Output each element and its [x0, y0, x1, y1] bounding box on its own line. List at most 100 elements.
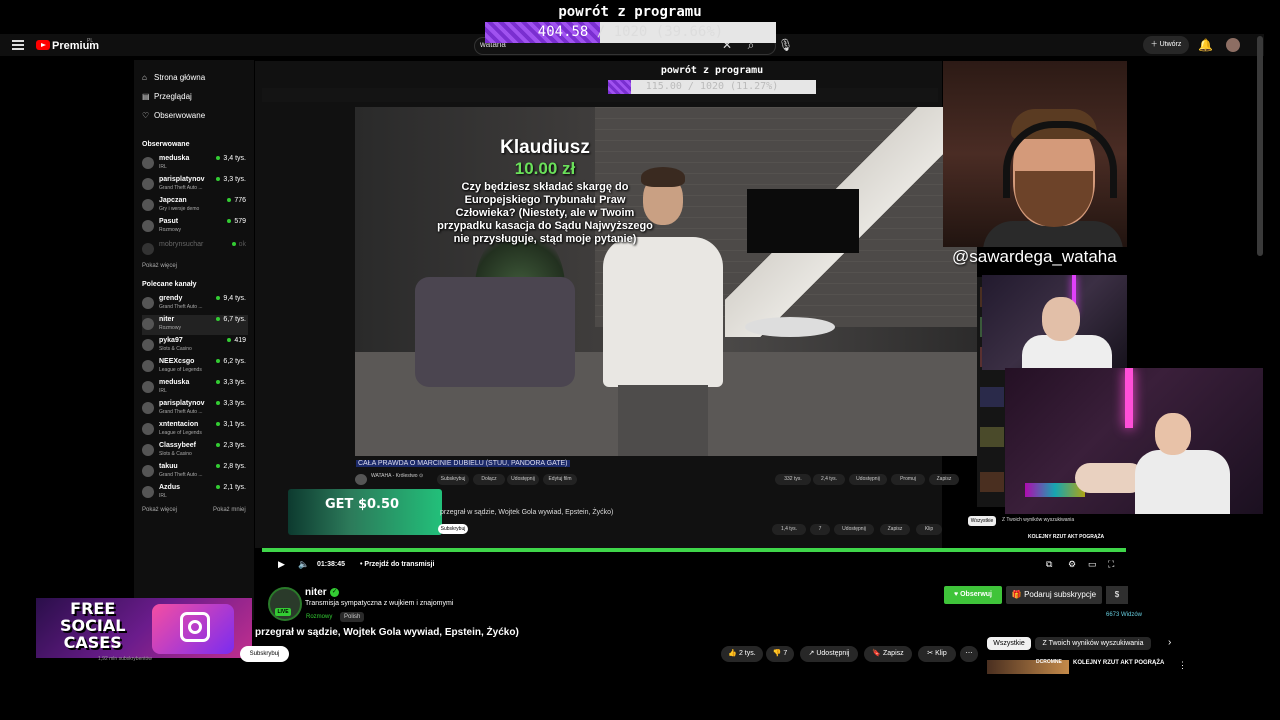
inner-edit[interactable]: Edytuj film [543, 474, 577, 485]
inner-likes[interactable]: 332 tys. [775, 474, 811, 485]
inner-share-btn[interactable]: Udostępnij [849, 474, 887, 485]
sidebar-channel[interactable]: pyka97 Slots & Casino 419 [142, 336, 248, 356]
channel-name: meduska [159, 155, 190, 162]
viewer-count: 6,2 tys. [216, 358, 246, 365]
social-cases-ad[interactable]: FREE SOCIAL CASES [36, 598, 252, 658]
sidebar-item-0[interactable]: ⌂ Strona główna [142, 73, 205, 82]
ad-text: FREE SOCIAL CASES [60, 599, 126, 652]
chevron-right-icon[interactable]: › [1168, 637, 1171, 648]
channel-name[interactable]: niter [305, 587, 327, 598]
table [745, 317, 835, 337]
sidebar-channel[interactable]: xntentacion League of Legends 3,1 tys. [142, 420, 248, 440]
sidebar-channel[interactable]: grendy Grand Theft Auto ... 9,4 tys. [142, 294, 248, 314]
inner-chip-search[interactable]: Z Twoich wyników wyszukiwania [1002, 517, 1074, 523]
inner-row-save[interactable]: Zapisz [880, 524, 910, 535]
youtube-logo[interactable] [36, 40, 50, 50]
bell-icon[interactable]: 🔔 [1198, 38, 1213, 52]
mic-icon[interactable]: 🎙 [778, 38, 793, 52]
sidebar-channel[interactable]: NEEXcsgo League of Legends 6,2 tys. [142, 357, 248, 377]
save-button[interactable]: 🔖 Zapisz [864, 646, 912, 662]
subscribe-button[interactable]: Subskrybuj [240, 646, 289, 662]
follow-button[interactable]: ♥ Obserwuj [944, 586, 1002, 604]
show-more-link-2[interactable]: Pokaż więcej [142, 507, 177, 513]
inner-row-share[interactable]: Udostępnij [834, 524, 874, 535]
player-progress-bar[interactable] [262, 548, 1126, 552]
goal-current: 404.58 [537, 24, 589, 40]
more-options-icon[interactable]: ⋯ [960, 646, 978, 662]
play-icon[interactable]: ▶ [278, 559, 285, 570]
viewer-count: 6673 Widzów [1106, 612, 1143, 618]
channel-category: Rozmowy [159, 227, 181, 233]
category-tag[interactable]: Rozmowy [302, 612, 336, 622]
sidebar-channel[interactable]: parisplatynov Grand Theft Auto ... 3,3 tys… [142, 175, 248, 195]
language-tag[interactable]: Polish [340, 612, 365, 622]
chip-all[interactable]: Wszystkie [987, 637, 1031, 650]
thumb[interactable] [980, 472, 1004, 492]
sidebar-channel[interactable]: parisplatynov Grand Theft Auto ... 3,3 tys… [142, 399, 248, 419]
dislike-count: 7 [783, 650, 788, 657]
clip-button[interactable]: ✂ Klip [918, 646, 956, 662]
menu-icon[interactable] [12, 40, 24, 50]
ad-banner[interactable] [288, 489, 442, 535]
scrollbar[interactable] [1257, 36, 1263, 256]
sidebar-channel[interactable]: takuu Grand Theft Auto ... 2,8 tys. [142, 462, 248, 482]
stream-description: Transmisja sympatyczna z wujkiem i znajo… [305, 600, 454, 607]
channel-category: IRL [159, 493, 167, 499]
thumb[interactable] [980, 427, 1004, 447]
viewer-count: 3,4 tys. [216, 155, 246, 162]
sidebar-item-1[interactable]: ▤ Przeglądaj [142, 92, 192, 101]
sidebar-item-2[interactable]: ♡ Obserwowane [142, 111, 205, 120]
inner-promote[interactable]: Promuj [891, 474, 925, 485]
goal-title: powrót z programu [558, 4, 702, 20]
sidebar-channel[interactable]: Japczan Gry i wersje demo 776 [142, 196, 248, 216]
inner-row-clip[interactable]: Klip [916, 524, 942, 535]
reco-more-icon[interactable]: ⋮ [1178, 660, 1187, 671]
sidebar-channel[interactable]: meduska IRL 3,3 tys. [142, 378, 248, 398]
thumb[interactable] [980, 387, 1004, 407]
inner-save[interactable]: Zapisz [929, 474, 959, 485]
dislike-button[interactable]: 👎 7 [766, 646, 794, 662]
sidebar-channel[interactable]: Pasut Rozmowy 579 [142, 217, 248, 237]
show-less-link[interactable]: Pokaż mniej [213, 507, 246, 513]
show-more-link[interactable]: Pokaż więcej [142, 263, 177, 269]
reco-title[interactable]: KOLEJNY RZUT AKT POGRĄŻA [1073, 660, 1164, 667]
chip-search-results[interactable]: Z Twoich wyników wyszukiwania [1035, 637, 1151, 650]
viewer-count: 3,3 tys. [216, 400, 246, 407]
settings-icon[interactable]: ⚙ [1068, 559, 1076, 570]
channel-avatar [142, 360, 154, 372]
inner-row-dislikes[interactable]: 7 [810, 524, 830, 535]
inner-row-subscribe[interactable]: Subskrybuj [438, 524, 468, 534]
inner-video[interactable]: Klaudiusz 10.00 zł Czy będziesz składać … [355, 107, 977, 456]
inner-subscribe[interactable]: Subskrybuj [437, 474, 469, 485]
sidebar-channel[interactable]: meduska IRL 3,4 tys. [142, 154, 248, 174]
jump-to-live[interactable]: • Przejdź do transmisji [360, 561, 434, 568]
inner-dislikes[interactable]: 2,4 tys. [813, 474, 845, 485]
gift-sub-button[interactable]: 🎁 Podaruj subskrypcje [1006, 586, 1102, 604]
create-button[interactable]: ＋ Utwórz [1143, 36, 1189, 54]
volume-icon[interactable]: 🔈 [298, 559, 309, 570]
inner-join[interactable]: Dołącz [473, 474, 505, 485]
theater-icon[interactable]: ▭ [1088, 559, 1097, 570]
inner-progress-text: 115.00 / 1020 (11.27%) [608, 80, 816, 94]
inner-video-title: CAŁA PRAWDA O MARCINIE DUBIELU (STUU, PA… [356, 460, 570, 467]
sidebar-channel[interactable]: Classybeef Slots & Casino 2,3 tys. [142, 441, 248, 461]
offline-channel[interactable]: mobrynsuchar ok [142, 240, 248, 260]
instagram-icon [180, 612, 210, 642]
inner-share[interactable]: Udostępnij [507, 474, 539, 485]
channel-avatar [142, 220, 154, 232]
pip-icon[interactable]: ⧉ [1046, 559, 1052, 570]
inner-chip-all[interactable]: Wszystkie [968, 516, 996, 526]
sidebar-channel[interactable]: Azdus IRL 2,1 tys. [142, 483, 248, 503]
inner-row-likes[interactable]: 1,4 tys. [772, 524, 806, 535]
like-button[interactable]: 👍 2 tys. [721, 646, 763, 662]
channel-name: grendy [159, 295, 183, 302]
channel-avatar [142, 297, 154, 309]
more-button[interactable]: $ [1106, 586, 1128, 604]
fullscreen-icon[interactable]: ⛶ [1108, 559, 1114, 570]
channel-name: pyka97 [159, 337, 183, 344]
inner-reco-title[interactable]: KOLEJNY RZUT AKT POGRĄŻA [1028, 534, 1104, 540]
avatar[interactable] [1226, 38, 1240, 52]
player-progress-fill [262, 548, 1126, 552]
sidebar-channel[interactable]: niter Rozmowy 6,7 tys. [142, 315, 248, 335]
share-button[interactable]: ↗ Udostępnij [800, 646, 858, 662]
